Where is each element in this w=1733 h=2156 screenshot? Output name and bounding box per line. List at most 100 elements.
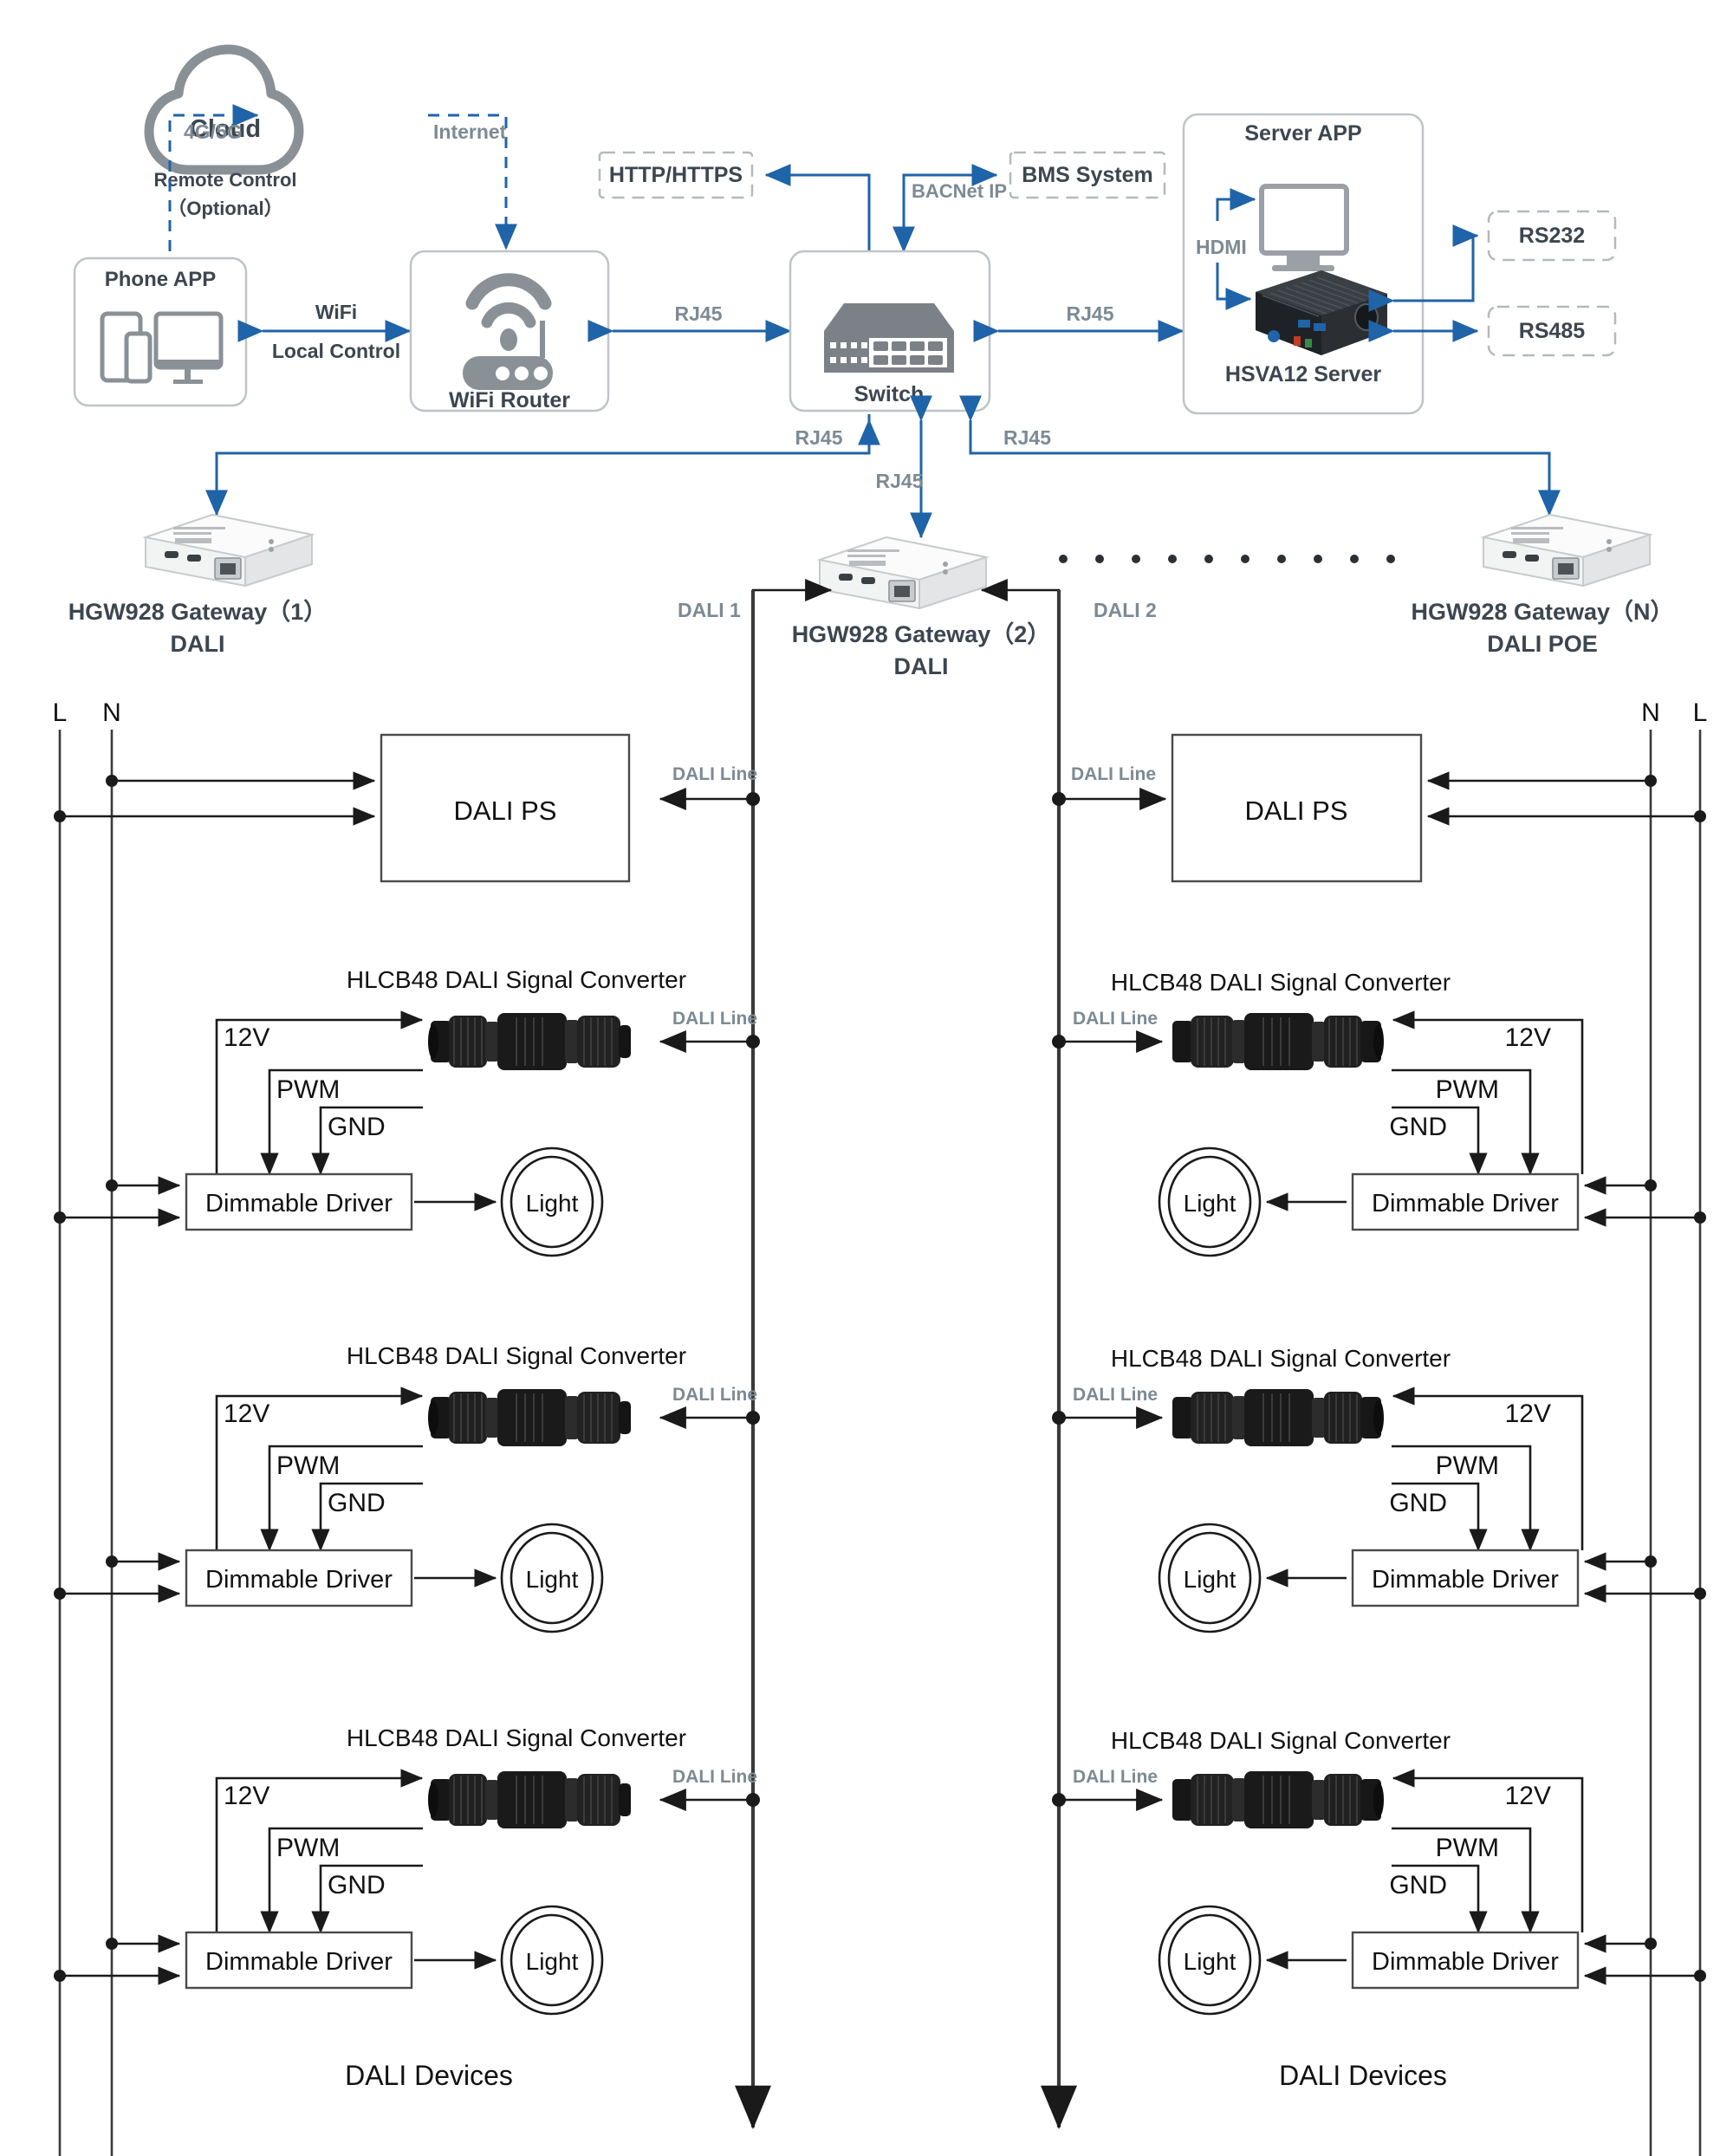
- switch-label: Switch: [854, 382, 925, 406]
- hlcb48-connector-icon: [1172, 1771, 1384, 1828]
- link-switch-gwn: [959, 395, 1561, 516]
- dimmable-driver-label: Dimmable Driver: [1372, 1948, 1559, 1976]
- converter-title: HLCB48 DALI Signal Converter: [1111, 969, 1451, 996]
- signal-gnd-label: GND: [1389, 1113, 1447, 1141]
- gateway-n-sub: DALI POE: [1487, 631, 1598, 657]
- gateway-n-name: HGW928 Gateway（N）: [1411, 599, 1673, 625]
- link-switch-gw1: [205, 414, 871, 516]
- signal-gnd-label: GND: [1389, 1871, 1447, 1899]
- gateway-device-1: [142, 513, 315, 588]
- hsva12-server-label: HSVA12 Server: [1225, 362, 1381, 386]
- light-label: Light: [1184, 1566, 1236, 1593]
- fixture-group-right-1: HLCB48 DALI Signal Converter DALI Line 1…: [1052, 969, 1706, 1257]
- fixture-group-right-2: HLCB48 DALI Signal Converter DALI Line 1…: [1052, 1345, 1706, 1633]
- hlcb48-connector-icon: [428, 1771, 631, 1828]
- signal-12v-label: 12V: [1505, 1399, 1551, 1428]
- dali-1-label: DALI 1: [678, 599, 741, 621]
- dimmable-driver-label: Dimmable Driver: [205, 1566, 393, 1594]
- http-https-label: HTTP/HTTPS: [609, 163, 743, 187]
- gateway-2-name: HGW928 Gateway（2）: [792, 621, 1051, 647]
- hlcb48-connector-icon: [1172, 1013, 1384, 1070]
- junction-dot: [1052, 792, 1066, 806]
- link-local-control-label: Local Control: [272, 340, 400, 362]
- wifi-router-label: WiFi Router: [449, 388, 570, 412]
- light-label: Light: [526, 1566, 579, 1593]
- dali-line-label: DALI Line: [1073, 1385, 1158, 1405]
- link-internet-label: Internet: [433, 120, 507, 143]
- dali-line-label-r0: DALI Line: [1071, 764, 1156, 784]
- dali-2-label: DALI 2: [1094, 599, 1157, 621]
- junction-dot: [54, 810, 66, 822]
- light-label: Light: [526, 1948, 579, 1975]
- dali-line-label: DALI Line: [672, 1385, 757, 1405]
- dimmable-driver-label: Dimmable Driver: [205, 1948, 393, 1976]
- diagram-canvas: Cloud Remote Control （Optional） 4G/5G In…: [0, 0, 1733, 2156]
- signal-pwm-label: PWM: [276, 1834, 340, 1862]
- gateway-2-sub: DALI: [894, 653, 949, 679]
- signal-pwm-label: PWM: [276, 1075, 340, 1104]
- gateway-1-name: HGW928 Gateway（1）: [68, 599, 328, 625]
- switch-icon: [824, 303, 954, 373]
- cloud-caption-1: Remote Control: [154, 169, 297, 191]
- rail-right-L-label: L: [1693, 698, 1708, 727]
- cloud-caption-2: （Optional）: [167, 198, 282, 219]
- fixture-group-left-1: HLCB48 DALI Signal Converter DALI Line 1…: [54, 966, 760, 1257]
- gateway-device-n: [1480, 513, 1653, 588]
- cloud-icon: [144, 44, 304, 175]
- dali-line-label: DALI Line: [1073, 1009, 1158, 1029]
- light-label: Light: [1184, 1948, 1236, 1975]
- hlcb48-connector-icon: [1172, 1389, 1384, 1446]
- footer-right-label: DALI Devices: [1279, 2060, 1447, 2091]
- rail-left-N-label: N: [102, 698, 121, 727]
- link-bacnet-label: BACNet IP: [912, 180, 1007, 202]
- gateway-ellipsis: [1059, 555, 1395, 563]
- link-gwn-rj45-label: RJ45: [1003, 426, 1051, 449]
- footer-left-label: DALI Devices: [345, 2060, 513, 2091]
- dimmable-driver-label: Dimmable Driver: [205, 1190, 393, 1218]
- signal-12v-label: 12V: [1505, 1782, 1551, 1810]
- signal-pwm-label: PWM: [1436, 1075, 1499, 1104]
- dimmable-driver-label: Dimmable Driver: [1372, 1566, 1559, 1594]
- link-switch-http: [764, 164, 871, 251]
- junction-dot: [1694, 810, 1706, 822]
- dali-line-label-l0: DALI Line: [672, 764, 757, 784]
- signal-gnd-label: GND: [328, 1871, 386, 1899]
- link-switch-server-label: RJ45: [1067, 302, 1114, 325]
- dali-ps-right-label: DALI PS: [1245, 796, 1348, 826]
- fixture-group-left-3: HLCB48 DALI Signal Converter DALI Line 1…: [54, 1724, 760, 2016]
- gateway-1-sub: DALI: [171, 631, 225, 657]
- phone-app-label: Phone APP: [105, 268, 216, 291]
- converter-title: HLCB48 DALI Signal Converter: [1111, 1727, 1451, 1754]
- link-gw1-rj45-label: RJ45: [795, 426, 843, 449]
- signal-pwm-label: PWM: [276, 1451, 340, 1480]
- server-app-title: Server APP: [1244, 121, 1361, 146]
- dali-line-label: DALI Line: [672, 1767, 757, 1787]
- rs485-label: RS485: [1519, 319, 1586, 343]
- signal-gnd-label: GND: [1389, 1489, 1447, 1517]
- light-label: Light: [526, 1190, 579, 1217]
- rail-left-L-label: L: [53, 698, 68, 727]
- converter-title: HLCB48 DALI Signal Converter: [1111, 1345, 1451, 1372]
- converter-title: HLCB48 DALI Signal Converter: [347, 1724, 686, 1751]
- bms-system-label: BMS System: [1022, 163, 1152, 187]
- hlcb48-connector-icon: [428, 1013, 631, 1070]
- hdmi-label: HDMI: [1196, 236, 1247, 258]
- signal-gnd-label: GND: [328, 1113, 386, 1141]
- fixture-group-left-2: HLCB48 DALI Signal Converter DALI Line 1…: [54, 1342, 760, 1633]
- link-wifi-label: WiFi: [315, 301, 357, 323]
- hlcb48-connector-icon: [428, 1389, 631, 1446]
- link-router-switch-label: RJ45: [675, 302, 723, 325]
- converter-title: HLCB48 DALI Signal Converter: [347, 1342, 686, 1369]
- link-gw2-rj45-label: RJ45: [876, 470, 924, 492]
- signal-pwm-label: PWM: [1436, 1834, 1499, 1862]
- signal-12v-label: 12V: [1505, 1023, 1551, 1052]
- fixture-group-right-3: HLCB48 DALI Signal Converter DALI Line 1…: [1052, 1727, 1706, 2016]
- dali-ps-left-label: DALI PS: [454, 796, 557, 826]
- light-label: Light: [1184, 1190, 1236, 1217]
- signal-pwm-label: PWM: [1436, 1451, 1499, 1480]
- dali-line-label: DALI Line: [1073, 1767, 1158, 1787]
- signal-gnd-label: GND: [328, 1489, 386, 1517]
- signal-12v-label: 12V: [224, 1023, 269, 1052]
- junction-dot: [746, 792, 760, 806]
- link-4g5g-label: 4G/5G: [184, 120, 243, 143]
